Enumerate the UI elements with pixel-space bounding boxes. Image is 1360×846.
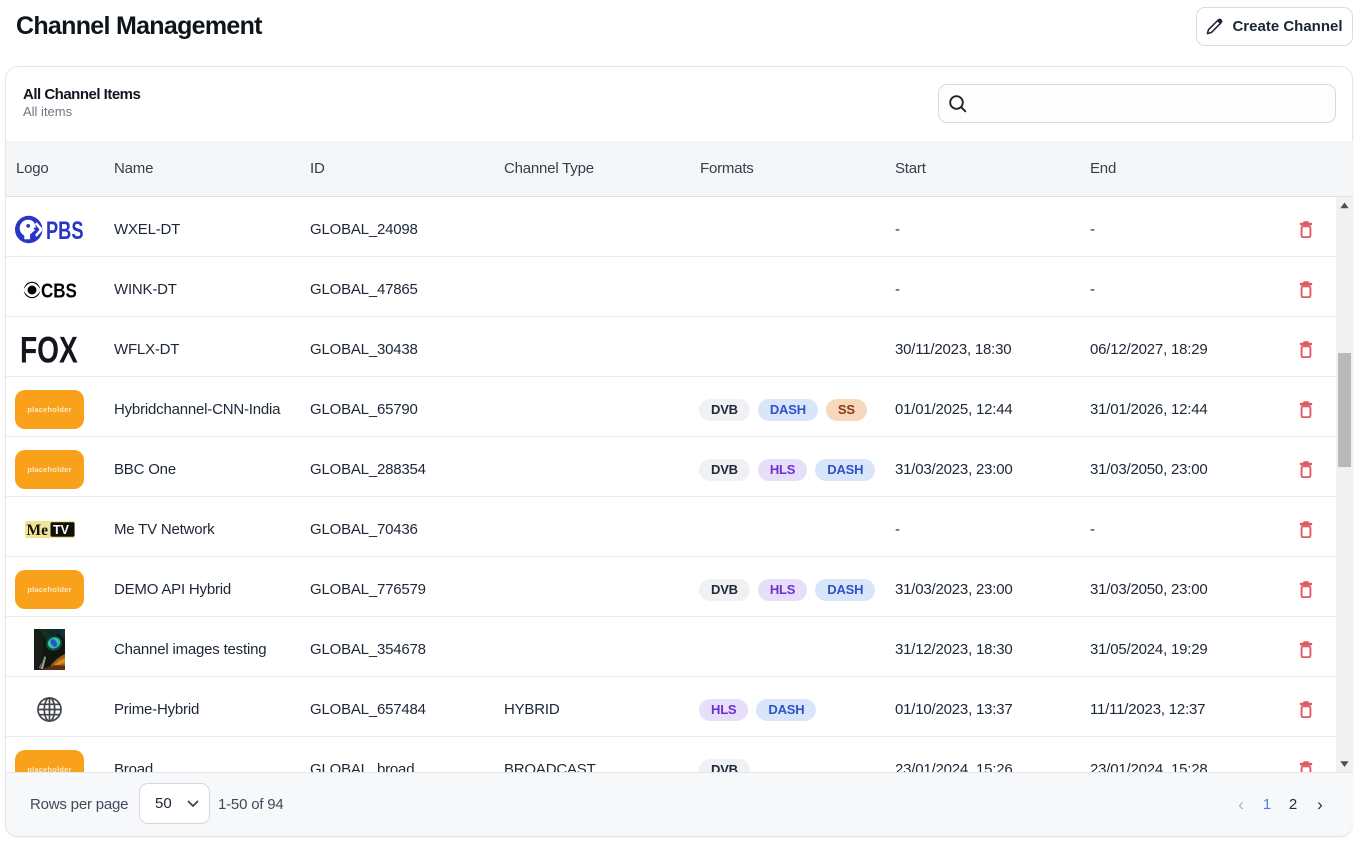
svg-text:FOX: FOX: [20, 336, 78, 364]
svg-text:PBS: PBS: [46, 216, 84, 245]
svg-text:CBS: CBS: [41, 278, 77, 301]
svg-text:TV: TV: [53, 523, 70, 537]
svg-text:Me: Me: [26, 522, 48, 538]
